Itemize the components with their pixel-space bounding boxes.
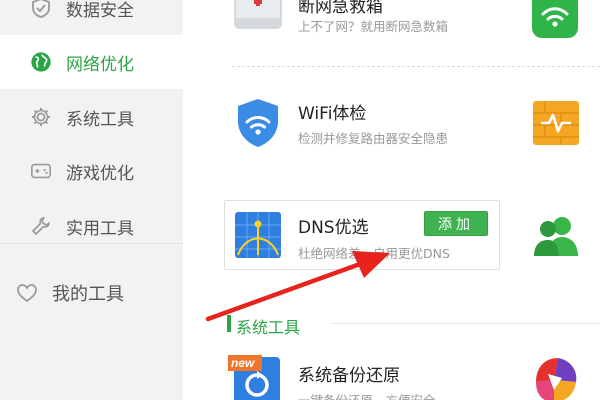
add-button[interactable]: 添加 [424, 211, 488, 236]
dns-globe-icon[interactable] [234, 211, 282, 264]
section-title-system-tools: 系统工具 [236, 318, 301, 337]
colorful-app-icon[interactable] [528, 352, 584, 400]
tool-desc-dns: 杜绝网络差，启用更优DNS [298, 246, 450, 261]
sidebar: 数据安全 网络优化 系统工具 游戏优化 实用工具 我的工具 [0, 0, 183, 400]
sidebar-item-label: 实用工具 [66, 218, 134, 239]
tool-title-wifi[interactable]: WiFi体检 [298, 99, 366, 124]
sidebar-item-data-security[interactable]: 数据安全 [0, 0, 183, 35]
sidebar-item-system-tools[interactable]: 系统工具 [0, 90, 183, 144]
sidebar-divider [0, 243, 183, 244]
section-accent-bar [227, 315, 231, 332]
tool-title-backup[interactable]: 系统备份还原 [298, 361, 400, 386]
wrench-icon [30, 215, 52, 237]
sidebar-item-game-optimize[interactable]: 游戏优化 [0, 144, 183, 198]
tool-desc-backup: 一键备份还原，方便安全 [298, 390, 436, 400]
sidebar-item-utility-tools[interactable]: 实用工具 [0, 199, 183, 253]
gamepad-icon [30, 160, 52, 182]
sidebar-item-label: 游戏优化 [66, 163, 134, 184]
sidebar-item-my-tools[interactable]: 我的工具 [0, 266, 183, 320]
sidebar-item-label: 网络优化 [66, 54, 134, 75]
sidebar-item-network-optimize[interactable]: 网络优化 [0, 35, 183, 89]
shield-icon [30, 0, 52, 19]
row-divider [232, 66, 600, 67]
users-icon[interactable] [532, 212, 580, 263]
globe-icon [30, 51, 52, 73]
tool-title-emergency[interactable]: 断网急救箱 [298, 0, 383, 17]
gear-icon [30, 106, 52, 128]
first-aid-kit-icon[interactable] [233, 0, 283, 39]
heart-icon [16, 282, 38, 304]
tool-desc-emergency: 上不了网？就用断网急数箱 [298, 19, 449, 34]
wifi-shield-icon[interactable] [234, 97, 282, 154]
sidebar-item-label: 我的工具 [52, 284, 124, 305]
sidebar-item-label: 系统工具 [66, 109, 134, 130]
firewall-monitor-icon[interactable] [531, 99, 581, 152]
tool-desc-wifi: 检测并修复路由器安全隐患 [298, 131, 449, 146]
sidebar-item-label: 数据安全 [66, 0, 134, 21]
wifi-green-icon[interactable] [530, 0, 580, 45]
new-badge: new [231, 356, 255, 370]
section-divider [330, 323, 600, 324]
tool-title-dns[interactable]: DNS优选 [298, 213, 369, 238]
